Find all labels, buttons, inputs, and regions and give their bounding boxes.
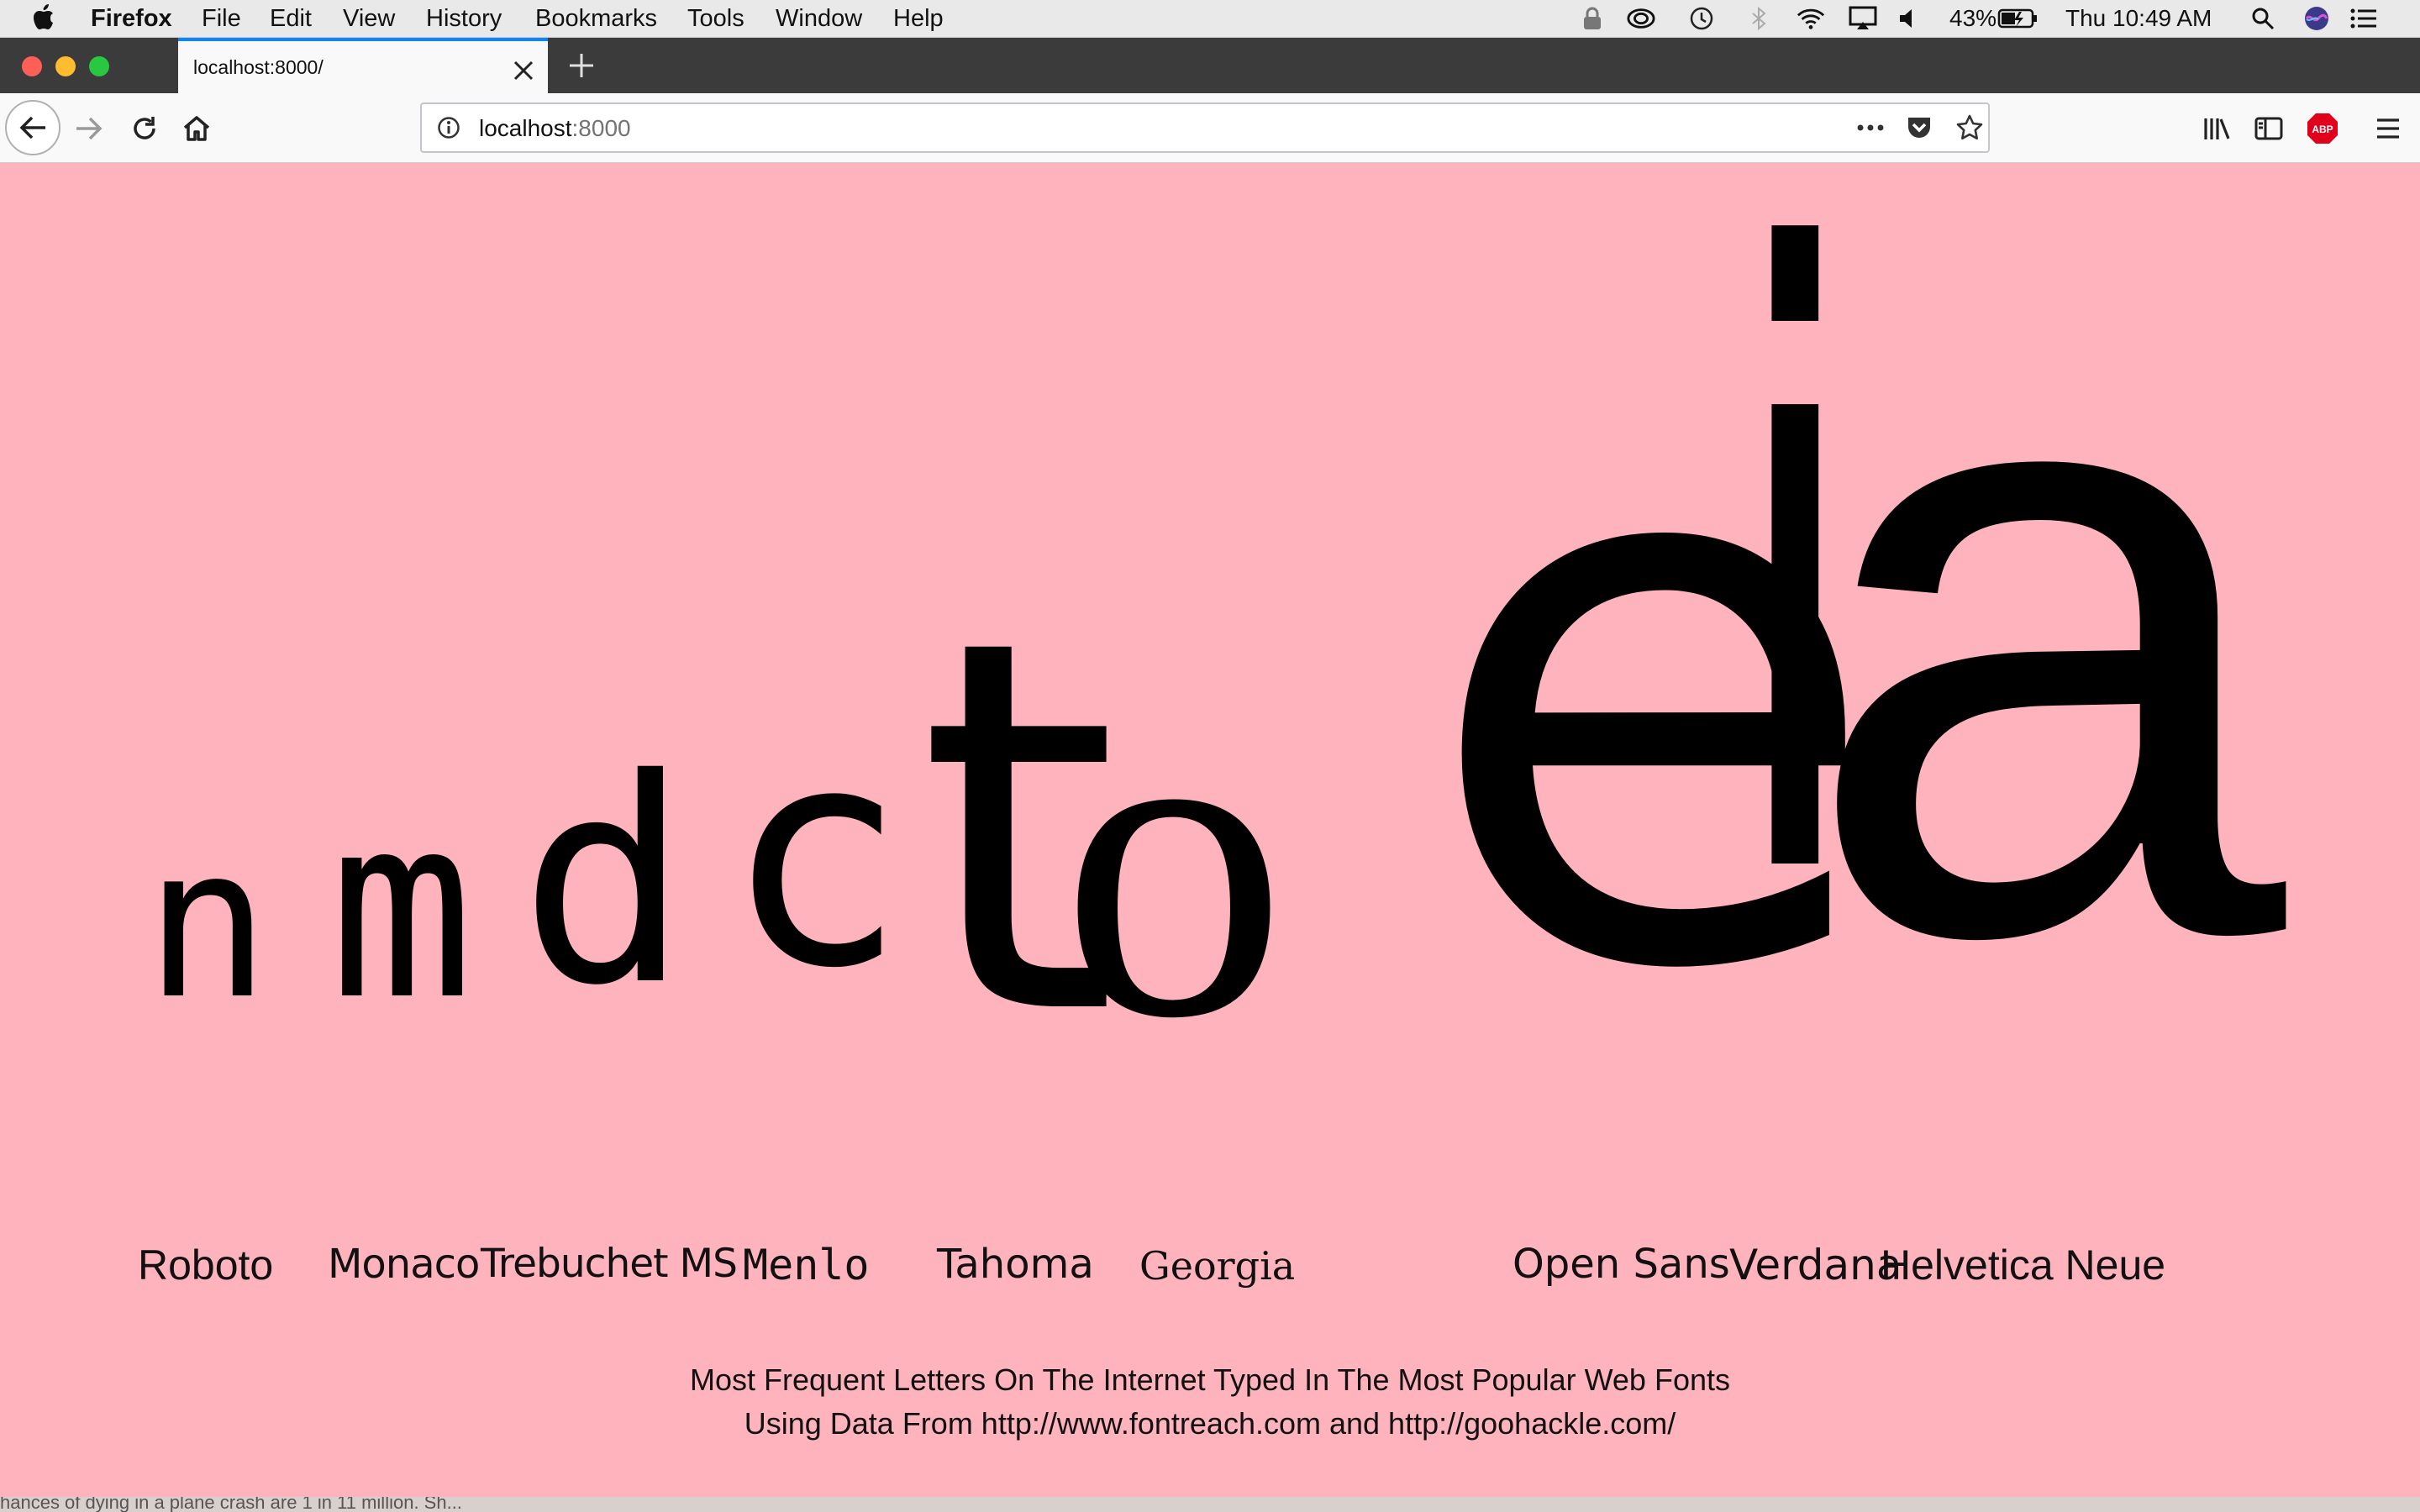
sidebar-toggle-button[interactable]: [2250, 110, 2287, 147]
notification-center-icon[interactable]: [2349, 5, 2378, 32]
siri-icon[interactable]: [2302, 5, 2331, 32]
menu-file[interactable]: File: [202, 5, 241, 33]
airplay-icon[interactable]: [1849, 5, 1877, 32]
glyph-a: a: [1800, 163, 2286, 1117]
sidebar-icon: [2254, 117, 2283, 140]
background-window-text: hances of dying in a plane crash are 1 i…: [0, 1497, 462, 1512]
forward-button[interactable]: [71, 110, 108, 147]
font-label-georgia: Georgia: [1139, 1243, 1296, 1289]
macos-menu-bar: Firefox File Edit View History Bookmarks…: [0, 0, 2420, 38]
window-close-button[interactable]: [22, 56, 42, 76]
volume-icon[interactable]: [1894, 5, 1923, 32]
home-icon: [183, 116, 210, 141]
battery-percentage[interactable]: 43%: [1949, 5, 1996, 32]
page-info-icon[interactable]: [437, 116, 460, 144]
back-arrow-icon: [19, 116, 45, 139]
font-label-verdana: Verdana: [1729, 1241, 1902, 1289]
reload-icon: [134, 117, 155, 139]
background-window-strip: hances of dying in a plane crash are 1 i…: [0, 1497, 2420, 1512]
home-button[interactable]: [178, 110, 215, 147]
library-button[interactable]: [2198, 110, 2235, 147]
menu-help[interactable]: Help: [893, 5, 944, 33]
reload-button[interactable]: [126, 110, 163, 147]
new-tab-button[interactable]: [568, 40, 595, 89]
bluetooth-icon[interactable]: [1744, 5, 1773, 32]
tab-close-icon[interactable]: [513, 50, 534, 89]
bookmark-star-icon[interactable]: [1956, 114, 1983, 145]
creative-cloud-icon[interactable]: [1627, 5, 1655, 32]
glyph-m: m: [329, 762, 474, 1055]
font-label-roboto: Roboto: [138, 1242, 274, 1289]
glyph-d: d: [519, 719, 690, 1047]
library-icon: [2204, 118, 2230, 139]
menu-app-name[interactable]: Firefox: [91, 5, 172, 33]
adblock-plus-button[interactable]: ABP: [2304, 110, 2341, 147]
adblock-plus-icon: ABP: [2307, 113, 2338, 144]
clock[interactable]: Thu 10:49 AM: [2065, 5, 2212, 32]
page-actions-icon[interactable]: [1855, 116, 1886, 144]
menu-bookmarks[interactable]: Bookmarks: [535, 5, 657, 33]
font-label-tahoma: Tahoma: [937, 1241, 1094, 1288]
pocket-icon[interactable]: [1906, 114, 1933, 145]
forward-arrow-icon: [76, 117, 103, 140]
window-minimize-button[interactable]: [55, 56, 76, 76]
wifi-icon[interactable]: [1797, 5, 1825, 32]
svg-text:ABP: ABP: [2312, 123, 2333, 135]
browser-tab-active[interactable]: localhost:8000/: [178, 38, 548, 93]
battery-icon[interactable]: [1996, 5, 2039, 32]
glyph-n: n: [145, 803, 271, 1045]
font-label-menlo: Menlo: [743, 1241, 870, 1289]
hamburger-menu-icon: [2377, 118, 2399, 139]
menu-window[interactable]: Window: [776, 5, 862, 33]
time-machine-icon[interactable]: [1687, 5, 1716, 32]
font-label-helvetica-neue: Helvetica Neue: [1881, 1242, 2166, 1289]
menu-edit[interactable]: Edit: [270, 5, 312, 33]
apple-icon[interactable]: [34, 3, 57, 37]
glyph-c: c: [724, 682, 907, 1034]
navigation-toolbar: localhost:8000 ABP: [0, 93, 2420, 163]
address-bar[interactable]: localhost:8000: [420, 102, 1990, 153]
font-label-monaco: Monaco: [328, 1241, 480, 1288]
menu-button[interactable]: [2370, 110, 2407, 147]
caption-line-2: Using Data From http://www.fontreach.com…: [744, 1406, 1676, 1441]
lock-icon[interactable]: [1578, 5, 1607, 32]
page-content: n m d c t o e i a Roboto Monaco Trebuche…: [0, 163, 2420, 1507]
font-label-trebuchet-ms: Trebuchet MS: [481, 1241, 738, 1287]
spotlight-icon[interactable]: [2249, 5, 2277, 32]
glyph-o: o: [1060, 609, 1287, 1111]
font-label-open-sans: Open Sans: [1512, 1241, 1730, 1288]
back-button[interactable]: [5, 100, 60, 155]
window-zoom-button[interactable]: [89, 56, 109, 76]
url-text[interactable]: localhost:8000: [479, 115, 631, 142]
menu-view[interactable]: View: [343, 5, 395, 33]
menu-history[interactable]: History: [426, 5, 502, 33]
menu-tools[interactable]: Tools: [687, 5, 744, 33]
tab-title: localhost:8000/: [193, 56, 324, 78]
caption-line-1: Most Frequent Letters On The Internet Ty…: [690, 1362, 1730, 1397]
